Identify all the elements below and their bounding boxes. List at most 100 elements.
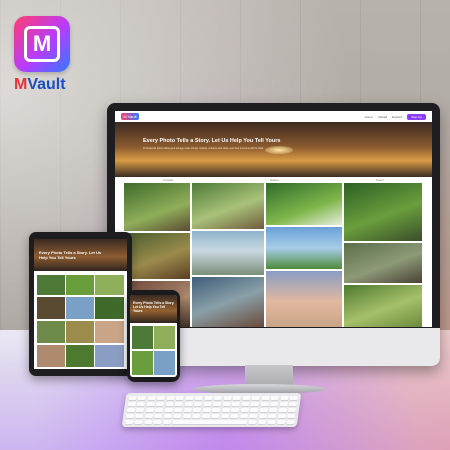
key xyxy=(174,407,183,413)
key xyxy=(232,396,242,401)
photo-tile[interactable] xyxy=(66,275,94,295)
brand-name-rest: Vault xyxy=(27,76,66,93)
key xyxy=(223,396,232,401)
photo-tile[interactable] xyxy=(66,345,94,367)
key xyxy=(164,407,174,413)
photo-tile[interactable] xyxy=(37,275,65,295)
key xyxy=(259,407,268,413)
photo-tile[interactable] xyxy=(132,326,153,349)
photo-tile[interactable] xyxy=(124,233,190,279)
photo-tile[interactable] xyxy=(344,243,422,283)
key xyxy=(286,413,296,419)
key xyxy=(202,407,212,413)
key xyxy=(174,401,184,407)
photo-tile[interactable] xyxy=(192,277,264,327)
key xyxy=(286,419,295,424)
photo-tile[interactable] xyxy=(95,321,124,343)
key xyxy=(204,396,213,401)
key xyxy=(240,407,249,413)
key xyxy=(203,401,212,407)
key xyxy=(248,413,258,419)
app-logo: M xyxy=(14,16,70,72)
key xyxy=(212,401,222,407)
photo-tile[interactable] xyxy=(344,183,422,241)
phone-hero-title: Every Photo Tells a Story. Let Us Help Y… xyxy=(133,301,175,313)
key xyxy=(137,396,147,401)
tab-popular[interactable]: Popular xyxy=(164,178,174,182)
photo-tile[interactable] xyxy=(344,285,422,327)
photo-tile[interactable] xyxy=(66,321,94,343)
photo-tile[interactable] xyxy=(266,227,342,269)
keyboard xyxy=(121,393,302,427)
key xyxy=(155,407,164,413)
key xyxy=(260,396,270,401)
key xyxy=(287,407,297,413)
photo-tile[interactable] xyxy=(95,297,124,319)
logo-letter: M xyxy=(32,31,52,56)
key xyxy=(162,419,172,424)
site-logo[interactable]: M Vault xyxy=(121,113,139,120)
photo-tile[interactable] xyxy=(154,326,175,349)
photo-tile[interactable] xyxy=(124,183,190,231)
spacebar-key xyxy=(172,419,248,424)
tab-travel[interactable]: Travel xyxy=(376,178,384,182)
key xyxy=(270,396,280,401)
photo-tile[interactable] xyxy=(95,275,124,295)
nav-links: Home Upload Explore Sign Up xyxy=(365,113,426,120)
key xyxy=(249,407,259,413)
nav-link-explore[interactable]: Explore xyxy=(392,115,402,119)
key xyxy=(242,396,251,401)
key xyxy=(163,413,173,419)
key xyxy=(136,401,146,407)
photo-tile[interactable] xyxy=(37,297,65,319)
key xyxy=(221,407,230,413)
photo-tile[interactable] xyxy=(132,351,153,375)
tablet-screen: Every Photo Tells a Story. Let Us Help Y… xyxy=(34,239,127,369)
key xyxy=(220,413,230,419)
key xyxy=(279,401,288,407)
photo-tile[interactable] xyxy=(192,231,264,275)
key xyxy=(211,407,221,413)
key xyxy=(241,401,250,407)
key xyxy=(257,419,267,424)
photo-tile[interactable] xyxy=(154,351,175,375)
photo-tile[interactable] xyxy=(37,321,65,343)
key xyxy=(278,407,287,413)
brand-name-first: M xyxy=(14,76,28,93)
key xyxy=(147,396,156,401)
key xyxy=(125,419,134,424)
hero-title: Every Photo Tells a Story. Let Us Help Y… xyxy=(143,138,281,144)
key xyxy=(269,401,279,407)
key xyxy=(277,413,286,419)
nav-link-home[interactable]: Home xyxy=(365,115,373,119)
key xyxy=(146,401,156,407)
key xyxy=(144,413,154,419)
photo-tile[interactable] xyxy=(266,183,342,225)
signup-button[interactable]: Sign Up xyxy=(407,113,426,120)
photo-tile[interactable] xyxy=(66,297,94,319)
photo-tile[interactable] xyxy=(95,345,124,367)
tablet-photo-grid xyxy=(37,275,124,367)
phone-screen: Every Photo Tells a Story. Let Us Help Y… xyxy=(130,295,177,377)
key xyxy=(288,401,298,407)
key xyxy=(250,401,260,407)
photo-tile[interactable] xyxy=(37,345,65,367)
key xyxy=(143,419,153,424)
nav-link-upload[interactable]: Upload xyxy=(378,115,388,119)
key xyxy=(211,413,220,419)
logo-frame-icon: M xyxy=(24,26,60,62)
key xyxy=(213,396,223,401)
key xyxy=(267,413,277,419)
key xyxy=(267,419,276,424)
photo-tile[interactable] xyxy=(266,271,342,327)
key xyxy=(173,413,182,419)
key xyxy=(192,407,202,413)
key xyxy=(125,413,135,419)
key xyxy=(134,419,144,424)
hero-subtitle: Professional photo editing and storage m… xyxy=(143,147,264,150)
tab-nature[interactable]: Nature xyxy=(270,178,278,182)
photo-tile[interactable] xyxy=(192,183,264,229)
key xyxy=(156,396,166,401)
key xyxy=(184,401,193,407)
key xyxy=(258,413,268,419)
